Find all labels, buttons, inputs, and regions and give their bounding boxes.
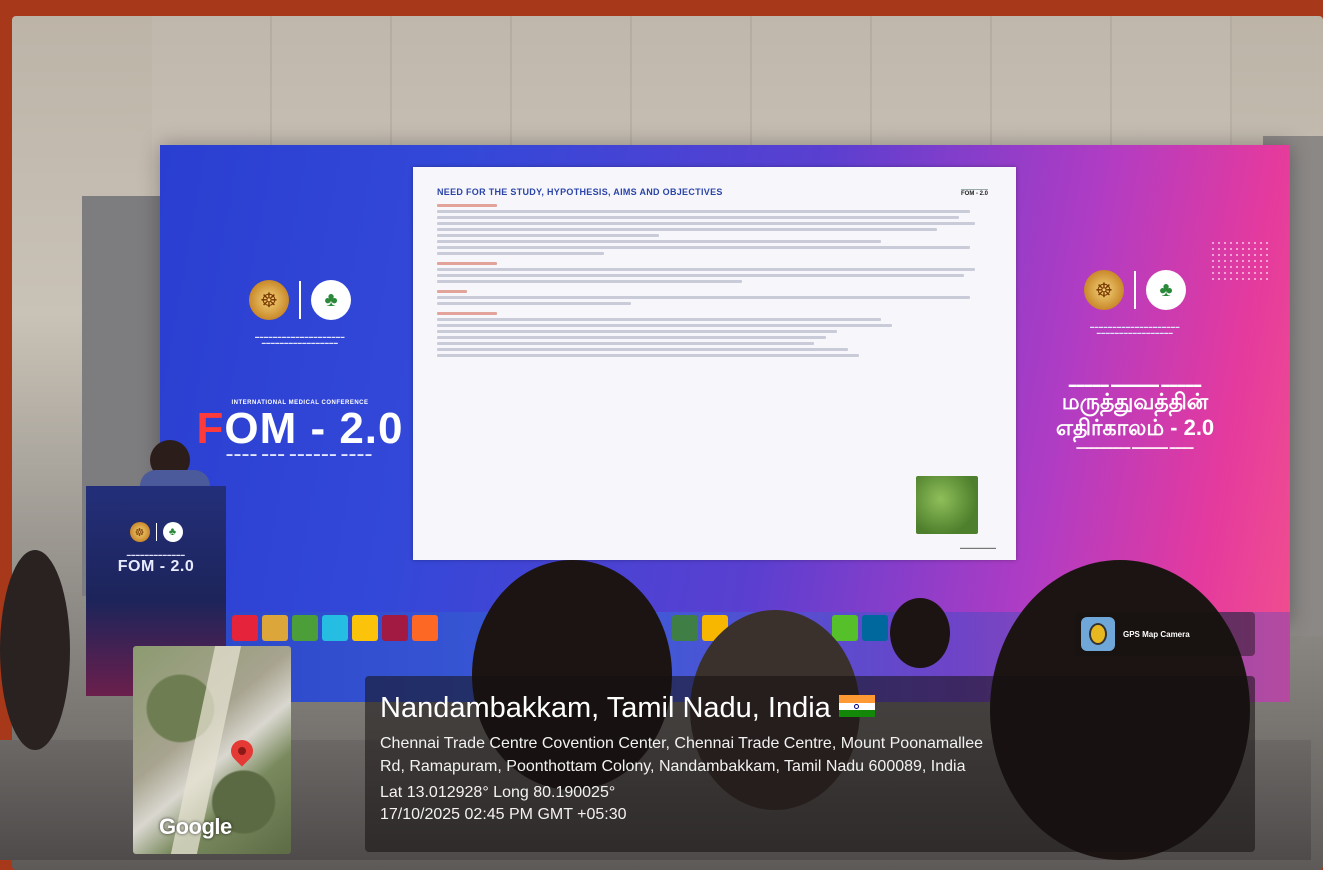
- tamil-title-line1: மருத்துவத்தின்: [1061, 389, 1209, 414]
- university-logo-icon: ♣: [311, 280, 351, 320]
- slide-text-line: [437, 280, 743, 283]
- gps-app-badge: GPS Map Camera: [1075, 612, 1255, 656]
- tamil-conference-label: ▬▬▬▬▬ ▬▬▬▬▬▬ ▬▬▬▬▬: [1068, 380, 1202, 389]
- organizer-fineprint: ▬▬▬▬▬▬▬▬▬▬▬▬▬▬▬▬▬▬▬▬ ▬▬▬▬▬▬▬▬▬▬▬▬▬▬▬▬▬: [255, 334, 345, 345]
- title-prefix: F: [196, 404, 225, 453]
- slide-text-line: [437, 348, 848, 351]
- gps-coordinates: Lat 13.012928° Long 80.190025°: [380, 784, 616, 801]
- slide-text-line: [437, 210, 970, 213]
- slide-title: NEED FOR THE STUDY, HYPOTHESIS, AIMS AND…: [437, 187, 723, 197]
- emblem-divider: [1134, 271, 1136, 309]
- slide-text-line: [437, 252, 604, 255]
- slide-text-line: [437, 324, 893, 327]
- state-emblem-icon: ☸: [1084, 270, 1124, 310]
- slide-text-line: [437, 246, 970, 249]
- image-caption: ▬▬▬▬▬▬▬▬▬: [960, 545, 996, 550]
- sdg-tile: [352, 615, 378, 641]
- gps-address-line2: Rd, Ramapuram, Poonthottam Colony, Nanda…: [380, 758, 966, 775]
- slide-badge: FOM - 2.0: [960, 189, 988, 197]
- google-logo: Google: [159, 814, 232, 839]
- tamil-title-line2: எதிர்காலம் - 2.0: [1055, 415, 1215, 440]
- title-rest: OM - 2.0: [224, 404, 404, 453]
- sdg-tile: [232, 615, 258, 641]
- audience-head: [0, 550, 70, 750]
- slide-section-heading: [437, 290, 467, 293]
- university-logo-icon: ♣: [162, 522, 183, 542]
- sdg-tile: [382, 615, 408, 641]
- podium-emblems: ☸ ♣: [86, 522, 226, 542]
- slide-section-heading: [437, 312, 497, 315]
- slide-text-line: [437, 228, 937, 231]
- state-emblem-icon: ☸: [249, 280, 289, 320]
- podium-title: FOM - 2.0: [117, 558, 195, 575]
- projected-slide: NEED FOR THE STUDY, HYPOTHESIS, AIMS AND…: [413, 167, 1016, 560]
- gps-datetime: 17/10/2025 02:45 PM GMT +05:30: [380, 806, 627, 823]
- slide-text-line: [437, 318, 881, 321]
- sdg-tile: [672, 615, 698, 641]
- slide-text-line: [437, 330, 837, 333]
- slide-text-line: [437, 216, 959, 219]
- left-branding: ☸ ♣ ▬▬▬▬▬▬▬▬▬▬▬▬▬▬▬▬▬▬▬▬ ▬▬▬▬▬▬▬▬▬▬▬▬▬▬▬▬…: [190, 280, 410, 458]
- slide-text-line: [437, 234, 659, 237]
- slide-text-line: [437, 336, 826, 339]
- slide-text-line: [437, 354, 859, 357]
- emblem-divider: [299, 281, 301, 319]
- map-thumbnail: Google: [133, 646, 291, 854]
- slide-text-line: [437, 240, 881, 243]
- organizer-fineprint-tamil: ▬▬▬▬▬▬▬▬▬▬▬▬▬▬▬▬▬▬▬▬ ▬▬▬▬▬▬▬▬▬▬▬▬▬▬▬▬▬: [1090, 324, 1180, 335]
- sdg-tile: [262, 615, 288, 641]
- sdg-tile: [862, 615, 888, 641]
- slide-text-line: [437, 342, 815, 345]
- slide-text-line: [437, 268, 976, 271]
- emblem-row: ☸ ♣: [190, 280, 410, 320]
- gps-app-label: GPS Map Camera: [1123, 629, 1190, 639]
- sdg-tile: [322, 615, 348, 641]
- slide-section-heading: [437, 204, 497, 207]
- gps-address-line1: Chennai Trade Centre Covention Center, C…: [380, 735, 984, 752]
- gps-city-text: Nandambakkam, Tamil Nadu, India: [380, 692, 831, 724]
- state-emblem-icon: ☸: [129, 522, 150, 542]
- emblem-row: ☸ ♣: [1020, 270, 1250, 310]
- plant-image: [916, 476, 978, 534]
- slide-text-line: [437, 222, 976, 225]
- gps-map-camera-icon: [1081, 617, 1115, 651]
- university-logo-icon: ♣: [1146, 270, 1186, 310]
- gps-city: Nandambakkam, Tamil Nadu, India: [380, 692, 875, 725]
- slide-text-line: [437, 296, 970, 299]
- location-pin-icon: [226, 735, 258, 767]
- tamil-tagline: ▬▬▬▬▬▬▬▬▬ ▬▬▬▬▬▬ ▬▬▬▬: [1076, 445, 1194, 451]
- conference-title: FOM - 2.0: [190, 406, 410, 452]
- sdg-tile: [292, 615, 318, 641]
- right-branding: ☸ ♣ ▬▬▬▬▬▬▬▬▬▬▬▬▬▬▬▬▬▬▬▬ ▬▬▬▬▬▬▬▬▬▬▬▬▬▬▬▬…: [1020, 270, 1250, 451]
- slide-text-line: [437, 274, 965, 277]
- india-flag-icon: [838, 695, 875, 718]
- audience-head: [890, 598, 950, 668]
- slide-section-heading: [437, 262, 497, 265]
- sdg-tile: [832, 615, 858, 641]
- emblem-divider: [155, 523, 157, 541]
- sdg-tile: [412, 615, 438, 641]
- slide-text-line: [437, 302, 632, 305]
